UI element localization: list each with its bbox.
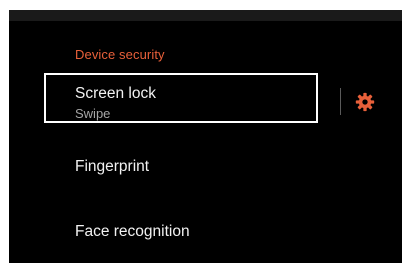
fingerprint-item[interactable]: Fingerprint [75,158,149,176]
status-bar [9,10,402,21]
screen-lock-settings-button[interactable] [354,91,376,113]
screen-lock-sublabel: Swipe [75,106,111,121]
screen-lock-label: Screen lock [75,85,156,102]
face-recognition-item[interactable]: Face recognition [75,223,190,241]
security-settings-screen: Device security Screen lock Swipe Finger… [9,10,402,263]
item-divider [340,88,341,115]
section-header-device-security: Device security [75,47,165,62]
gear-icon [355,92,375,112]
